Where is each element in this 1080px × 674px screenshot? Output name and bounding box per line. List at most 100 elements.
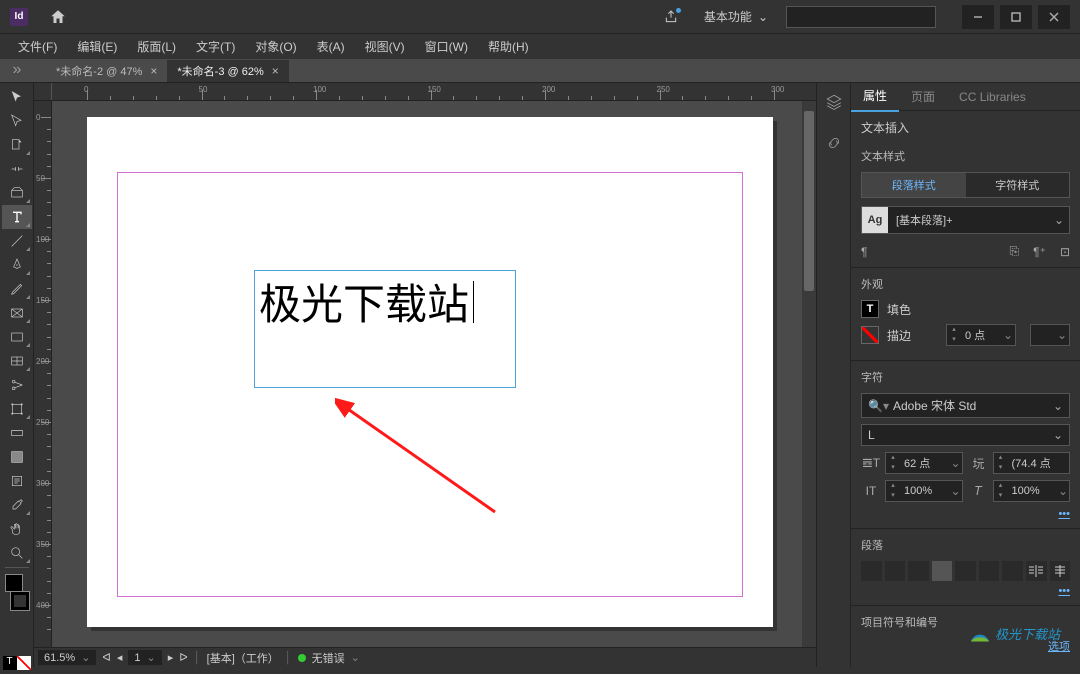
paragraph-style-dropdown[interactable]: Ag [基本段落]+ ⌄ — [861, 206, 1070, 234]
text-frame[interactable]: 极光下载站 — [254, 270, 516, 388]
character-styles-tab[interactable]: 字符样式 — [966, 173, 1070, 197]
content-collector-tool[interactable] — [2, 181, 32, 205]
rectangle-frame-tool[interactable] — [2, 301, 32, 325]
eyedropper-tool[interactable] — [2, 493, 32, 517]
align-center-button[interactable] — [885, 561, 906, 581]
menu-file[interactable]: 文件(F) — [8, 34, 67, 59]
pen-tool[interactable] — [2, 253, 32, 277]
layer-status[interactable]: [基本]（工作） — [207, 650, 279, 666]
selection-tool[interactable] — [2, 85, 32, 109]
font-size-field[interactable]: ▴▾62 点⌄ — [885, 452, 963, 474]
maximize-button[interactable] — [1000, 5, 1032, 29]
justify-all-button[interactable] — [1002, 561, 1023, 581]
align-left-button[interactable] — [861, 561, 882, 581]
horizontal-scale-field[interactable]: ▴▾100%⌄ — [993, 480, 1071, 502]
clear-override-icon[interactable]: ¶⁺ — [1033, 245, 1046, 259]
rectangle-tool[interactable] — [2, 325, 32, 349]
direct-selection-tool[interactable] — [2, 109, 32, 133]
menu-object[interactable]: 对象(O) — [245, 34, 306, 59]
tab-close-icon[interactable]: × — [272, 64, 279, 78]
type-tool[interactable] — [2, 205, 32, 229]
hand-tool[interactable] — [2, 517, 32, 541]
preflight-label[interactable]: 无错误 — [312, 650, 345, 666]
tab-cc-libraries[interactable]: CC Libraries — [947, 84, 1038, 110]
menu-table[interactable]: 表(A) — [307, 34, 355, 59]
options-link[interactable]: 选项 — [1048, 638, 1070, 654]
menu-type[interactable]: 文字(T) — [186, 34, 245, 59]
tab-close-icon[interactable]: × — [150, 64, 157, 78]
page-first-icon[interactable]: ◂ — [117, 651, 123, 664]
justify-right-button[interactable] — [979, 561, 1000, 581]
justify-left-button[interactable] — [932, 561, 953, 581]
align-away-spine-button[interactable] — [1050, 561, 1071, 581]
pencil-tool[interactable] — [2, 277, 32, 301]
gradient-swatch-tool[interactable] — [2, 421, 32, 445]
pilcrow-icon[interactable]: ¶ — [861, 245, 867, 259]
document-tab[interactable]: *未命名-3 @ 62% × — [167, 60, 288, 82]
stroke-weight-field[interactable]: ▴▾ 0 点 ⌄ — [946, 324, 1016, 346]
table-tool[interactable] — [2, 349, 32, 373]
tab-pages[interactable]: 页面 — [899, 83, 947, 111]
chevron-down-icon: ⌄ — [758, 10, 768, 24]
note-tool[interactable] — [2, 469, 32, 493]
apply-color-icon[interactable]: T — [3, 656, 17, 670]
preflight-status-icon — [298, 654, 306, 662]
toolbar-toggle[interactable]: » — [0, 58, 34, 82]
links-panel-icon[interactable] — [825, 134, 843, 157]
scissors-tool[interactable] — [2, 373, 32, 397]
font-family-dropdown[interactable]: 🔍▾ Adobe 宋体 Std⌄ — [861, 393, 1070, 418]
stroke-type-field[interactable]: ⌄ — [1030, 324, 1070, 346]
fill-label: 填色 — [887, 301, 911, 318]
font-weight-dropdown[interactable]: L⌄ — [861, 424, 1070, 446]
more-options-link[interactable]: ••• — [1058, 585, 1070, 597]
menu-layout[interactable]: 版面(L) — [127, 34, 186, 59]
page-next-icon[interactable]: ▸ — [168, 651, 174, 664]
minimize-button[interactable] — [962, 5, 994, 29]
apply-none-icon[interactable] — [17, 656, 31, 670]
tab-properties[interactable]: 属性 — [851, 83, 899, 112]
close-button[interactable] — [1038, 5, 1070, 29]
menu-view[interactable]: 视图(V) — [355, 34, 415, 59]
vertical-scrollbar[interactable] — [802, 101, 816, 667]
page-field[interactable]: 1 ⌄ — [128, 650, 161, 665]
search-input[interactable] — [786, 6, 936, 28]
vertical-scale-field[interactable]: ▴▾100%⌄ — [885, 480, 963, 502]
toolbox: T — [0, 83, 34, 667]
page-tool[interactable] — [2, 133, 32, 157]
menu-help[interactable]: 帮助(H) — [478, 34, 539, 59]
page-last-icon[interactable]: ᐅ — [179, 651, 187, 664]
new-style-icon[interactable]: ⎘ — [1010, 244, 1020, 259]
paragraph-styles-tab[interactable]: 段落样式 — [862, 173, 966, 197]
menubar: 文件(F) 编辑(E) 版面(L) 文字(T) 对象(O) 表(A) 视图(V)… — [0, 33, 1080, 59]
align-toward-spine-button[interactable] — [1026, 561, 1047, 581]
ruler-vertical[interactable]: 050100150200250300350400 — [34, 101, 52, 667]
menu-edit[interactable]: 编辑(E) — [67, 34, 127, 59]
page-viewport[interactable]: 极光下载站 — [52, 101, 816, 667]
more-options-link[interactable]: ••• — [1058, 508, 1070, 520]
page-prev-icon[interactable]: ᐊ — [102, 651, 110, 664]
zoom-tool[interactable] — [2, 541, 32, 565]
document-tab[interactable]: *未命名-2 @ 47% × — [46, 60, 167, 82]
ruler-horizontal[interactable]: 050100150200250300 — [34, 83, 816, 101]
workspace-selector[interactable]: 基本功能 ⌄ — [696, 4, 776, 29]
leading-field[interactable]: ▴▾(74.4 点 — [993, 452, 1071, 474]
free-transform-tool[interactable] — [2, 397, 32, 421]
zoom-field[interactable]: 61.5% ⌄ — [38, 650, 96, 665]
gradient-feather-tool[interactable] — [2, 445, 32, 469]
align-right-button[interactable] — [908, 561, 929, 581]
home-button[interactable] — [43, 3, 73, 31]
gap-tool[interactable] — [2, 157, 32, 181]
app-logo: Id — [10, 8, 28, 26]
line-tool[interactable] — [2, 229, 32, 253]
layers-panel-icon[interactable] — [825, 93, 843, 116]
fill-stroke-swatch[interactable] — [3, 574, 31, 610]
text-style-title: 文本样式 — [861, 148, 1070, 164]
share-button[interactable] — [656, 3, 686, 31]
menu-window[interactable]: 窗口(W) — [415, 34, 478, 59]
options-icon[interactable]: ⊡ — [1060, 245, 1070, 259]
stroke-swatch[interactable] — [861, 326, 879, 344]
justify-center-button[interactable] — [955, 561, 976, 581]
status-bar: 61.5% ⌄ ᐊ ◂ 1 ⌄ ▸ ᐅ │ [基本]（工作） │ 无错误 ⌄ — [34, 647, 816, 667]
panel-dock-strip — [816, 83, 850, 667]
fill-swatch[interactable]: T — [861, 300, 879, 318]
